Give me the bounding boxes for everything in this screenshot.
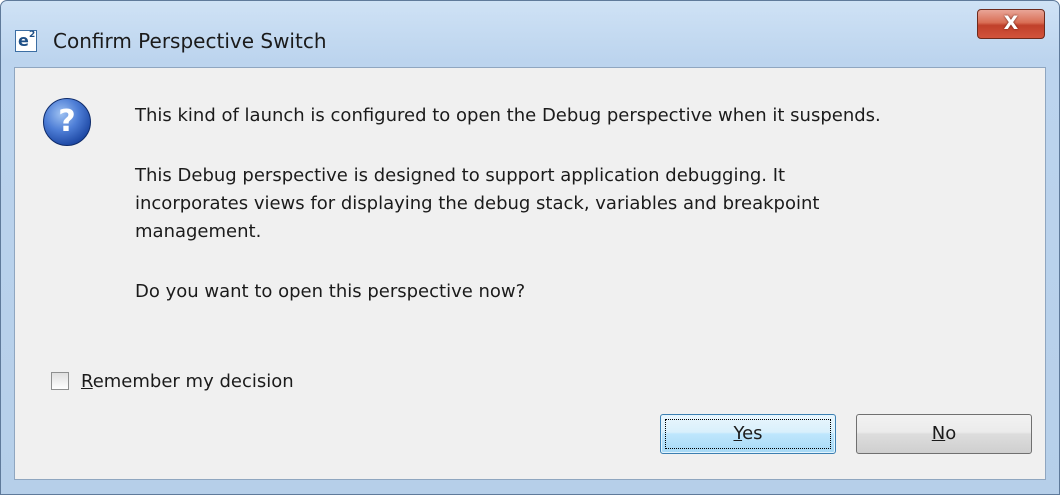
question-icon: ? (43, 98, 91, 146)
close-icon: X (1003, 12, 1019, 34)
message-line: This kind of launch is configured to ope… (135, 105, 881, 126)
close-button[interactable]: X (977, 9, 1045, 39)
message-line: incorporates views for displaying the de… (135, 193, 820, 214)
remember-decision-checkbox[interactable] (51, 372, 69, 390)
title-bar[interactable]: e2 Confirm Perspective Switch X (1, 1, 1059, 67)
no-button[interactable]: No (856, 414, 1032, 454)
window-title: Confirm Perspective Switch (53, 29, 327, 53)
message-line: management. (135, 221, 262, 242)
message-line: This Debug perspective is designed to su… (135, 165, 786, 186)
dialog-body: ? This kind of launch is configured to o… (14, 67, 1046, 480)
remember-decision-label[interactable]: Remember my decision (81, 370, 294, 394)
eclipse-e2-icon: e2 (15, 30, 37, 52)
dialog-window: e2 Confirm Perspective Switch X ? This k… (0, 0, 1060, 495)
question-text: Do you want to open this perspective now… (135, 281, 526, 302)
yes-button[interactable]: Yes (660, 414, 836, 454)
